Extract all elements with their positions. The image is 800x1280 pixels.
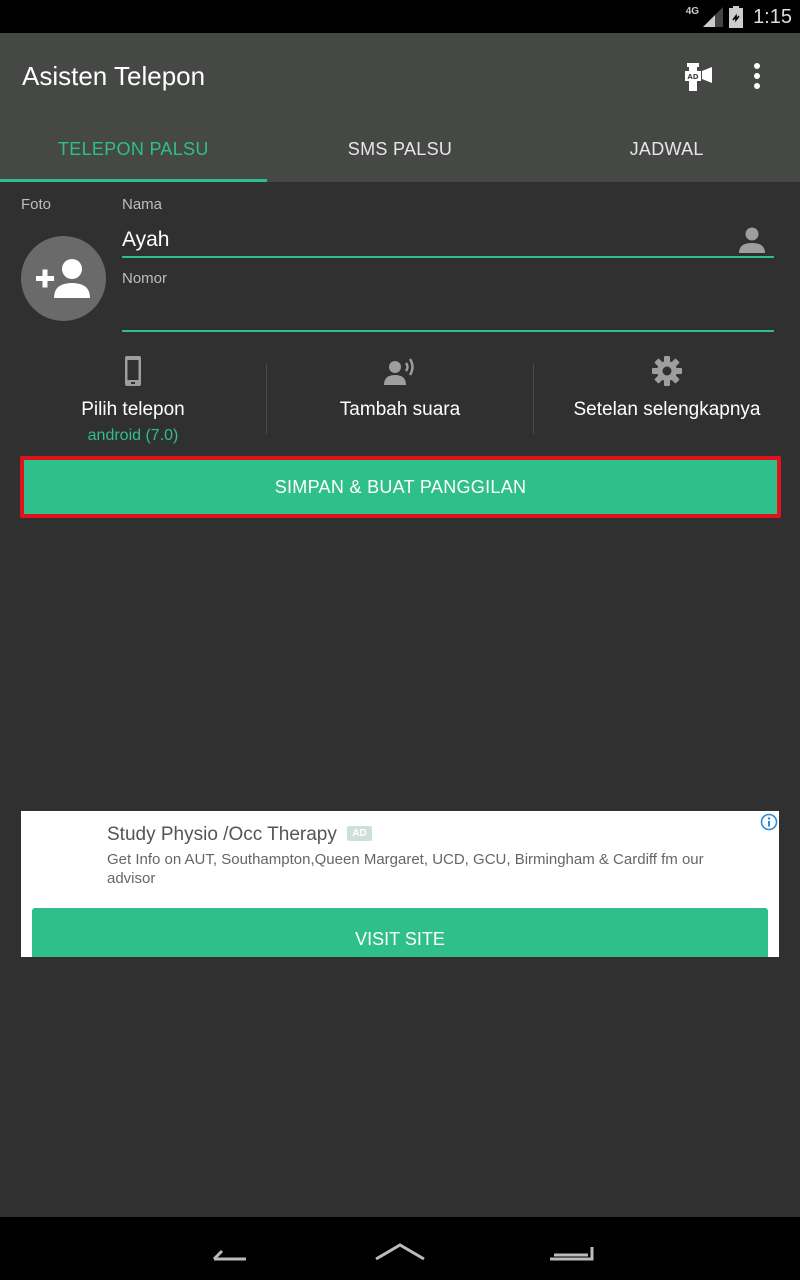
contact-picker-icon[interactable] — [737, 225, 767, 255]
tab-jadwal[interactable]: JADWAL — [533, 117, 800, 182]
photo-label: Foto — [21, 196, 52, 213]
app-bar: Asisten Telepon AD TELEPON PALSU SMS PAL… — [0, 33, 800, 182]
battery-icon — [729, 6, 744, 28]
recent-apps-icon[interactable] — [542, 1231, 602, 1271]
network-type: 4G — [685, 5, 700, 17]
ad-banner[interactable]: Study Physio /Occ Therapy AD Get Info on… — [21, 811, 779, 957]
navigation-bar — [0, 1217, 800, 1280]
choose-phone-value: android (7.0) — [87, 427, 179, 444]
ad-tower-icon[interactable]: AD — [680, 59, 714, 93]
avatar-picker[interactable] — [21, 236, 106, 321]
phone-icon — [125, 356, 141, 386]
back-icon[interactable] — [198, 1231, 258, 1271]
number-label: Nomor — [122, 270, 168, 287]
name-field[interactable]: Ayah — [122, 228, 170, 252]
tab-telepon-palsu[interactable]: TELEPON PALSU — [0, 117, 267, 182]
svg-text:AD: AD — [687, 73, 698, 81]
add-person-icon — [36, 259, 90, 298]
name-label: Nama — [122, 196, 163, 213]
more-settings-label: Setelan selengkapnya — [573, 399, 761, 420]
tab-sms-palsu[interactable]: SMS PALSU — [267, 117, 534, 182]
more-vert-icon[interactable] — [745, 59, 769, 93]
add-voice-option[interactable]: Tambah suara — [267, 355, 533, 445]
status-icons: 4G 1:15 — [684, 4, 792, 30]
signal-icon — [703, 7, 724, 27]
number-field-underline — [122, 330, 774, 332]
choose-phone-option[interactable]: Pilih telepon android (7.0) — [0, 355, 266, 445]
ad-description: Get Info on AUT, Southampton,Queen Marga… — [107, 851, 704, 887]
save-and-call-button[interactable]: SIMPAN & BUAT PANGGILAN — [20, 456, 781, 518]
add-voice-label: Tambah suara — [339, 399, 461, 420]
home-icon[interactable] — [370, 1231, 430, 1271]
info-icon[interactable] — [760, 813, 778, 831]
name-field-underline — [122, 256, 774, 258]
more-settings-option[interactable]: Setelan selengkapnya — [534, 355, 800, 445]
gear-icon — [652, 356, 682, 386]
status-bar: 4G 1:15 — [0, 0, 800, 33]
ad-title[interactable]: Study Physio /Occ Therapy — [107, 824, 337, 846]
ad-badge: AD — [347, 826, 372, 841]
voice-icon — [384, 358, 414, 385]
tab-bar: TELEPON PALSU SMS PALSU JADWAL — [0, 117, 800, 182]
app-title: Asisten Telepon — [22, 61, 206, 91]
choose-phone-label: Pilih telepon — [81, 399, 185, 420]
clock: 1:15 — [753, 5, 792, 28]
visit-site-button[interactable]: VISIT SITE — [32, 908, 768, 957]
